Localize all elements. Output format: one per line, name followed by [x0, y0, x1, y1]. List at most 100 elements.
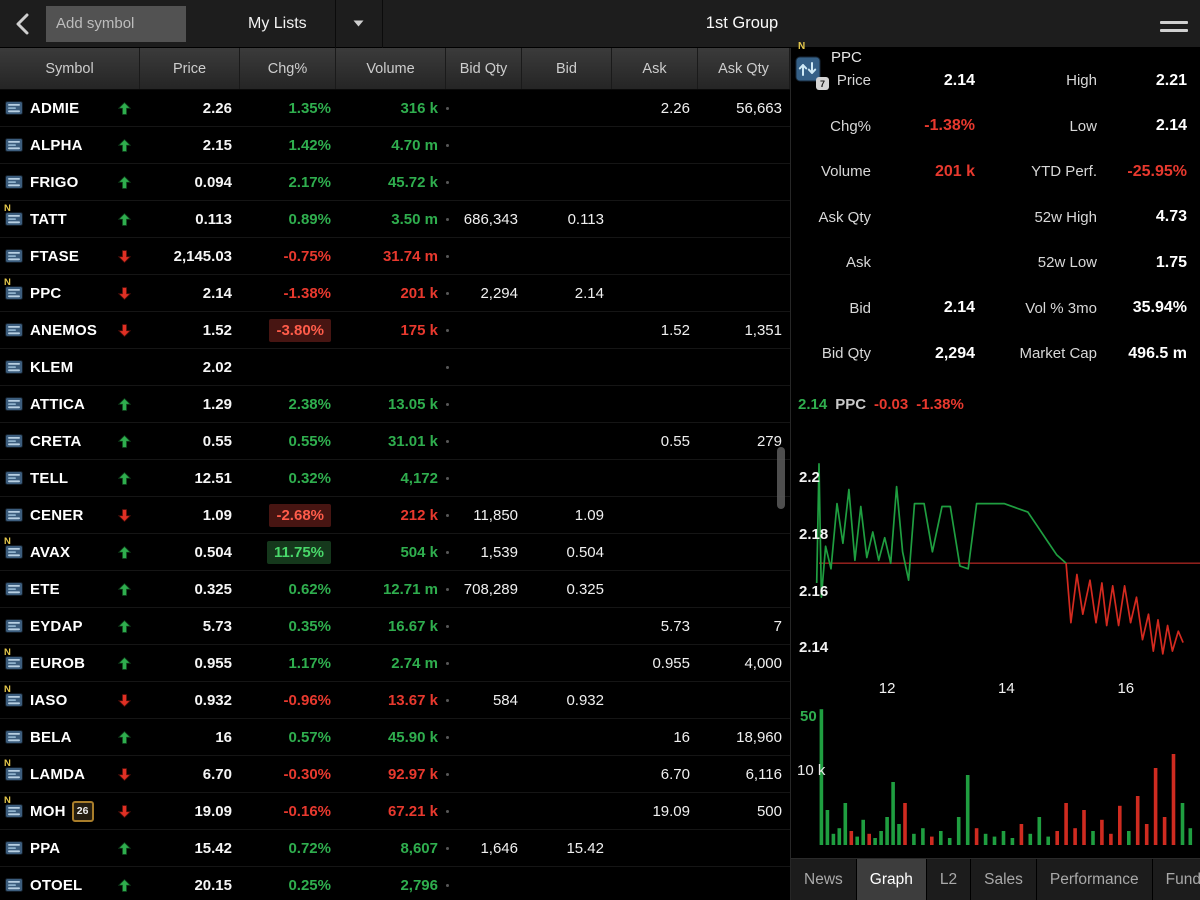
symbol-cell: FTASE: [0, 238, 140, 274]
stat-value: 2.14: [943, 299, 975, 317]
table-row[interactable]: FRIGO 0.094 2.17% 45.72 k: [0, 164, 790, 201]
bid-cell: 15.42: [566, 839, 604, 857]
column-header-bidqty[interactable]: Bid Qty: [446, 48, 522, 89]
stat-label: 52w Low: [1037, 254, 1097, 272]
table-row[interactable]: ANEMOS 1.52 -3.80% 175 k 1.52 1,351: [0, 312, 790, 349]
table-row[interactable]: EYDAP 5.73 0.35% 16.67 k 5.73 7: [0, 608, 790, 645]
column-header-price[interactable]: Price: [140, 48, 240, 89]
bid-cell: 0.113: [567, 210, 604, 228]
ticker-icon: N: [4, 647, 23, 670]
table-row[interactable]: BELA 16 0.57% 45.90 k 16 18,960: [0, 719, 790, 756]
ask-cell: 5.73: [660, 617, 690, 635]
change-value: 1.35%: [288, 99, 331, 117]
tab-l2[interactable]: L2: [926, 859, 972, 900]
x-axis-label: 14: [998, 680, 1015, 697]
stat-value: -1.38%: [924, 117, 975, 135]
bid-qty-cell: 584: [446, 682, 522, 718]
change-value: 0.55%: [288, 432, 331, 450]
tab-graph[interactable]: Graph: [856, 859, 927, 900]
ask-cell: 1.52: [660, 321, 690, 339]
price-down-arrow-icon: [117, 323, 132, 337]
tab-fundamentals[interactable]: Fundamentals: [1152, 859, 1200, 900]
change-value: 1.42%: [288, 136, 331, 154]
change-cell: -0.16%: [240, 793, 336, 829]
symbol-name: AVAX: [30, 543, 71, 561]
volume-cell: 212 k: [400, 506, 438, 524]
change-value: 0.35%: [288, 617, 331, 635]
table-row[interactable]: TELL 12.51 0.32% 4,172: [0, 460, 790, 497]
ask-cell: 0.955: [652, 654, 690, 672]
symbol-cell: N IASO: [0, 682, 140, 718]
x-axis: 12 14 16: [791, 680, 1200, 698]
symbol-name: EYDAP: [30, 617, 83, 635]
price-down-arrow-icon: [117, 286, 132, 300]
table-row[interactable]: CENER 1.09 -2.68% 212 k 11,850 1.09: [0, 497, 790, 534]
ask-cell: [612, 460, 698, 496]
bid-cell: 0.932: [566, 691, 604, 709]
change-value: 0.57%: [288, 728, 331, 746]
column-header-bid[interactable]: Bid: [522, 48, 612, 89]
table-row[interactable]: N TATT 0.113 0.89% 3.50 m 686,343 0.113: [0, 201, 790, 238]
table-row[interactable]: CRETA 0.55 0.55% 31.01 k 0.55 279: [0, 423, 790, 460]
symbol-cell: ANEMOS: [0, 312, 140, 348]
table-row[interactable]: ETE 0.325 0.62% 12.71 m 708,289 0.325: [0, 571, 790, 608]
ask-qty-cell: 56,663: [736, 99, 782, 117]
bid-cell: [522, 867, 612, 900]
ticker-icon: [5, 323, 23, 337]
table-row[interactable]: N AVAX 0.504 11.75% 504 k 1,539 0.504: [0, 534, 790, 571]
table-row[interactable]: ALPHA 2.15 1.42% 4.70 m: [0, 127, 790, 164]
bid-cell: [522, 460, 612, 496]
change-cell: 0.62%: [240, 571, 336, 607]
symbol-cell: BELA: [0, 719, 140, 755]
column-header-symbol[interactable]: Symbol: [0, 48, 140, 89]
lists-dropdown-button[interactable]: [336, 0, 382, 48]
table-row[interactable]: ADMIE 2.26 1.35% 316 k 2.26 56,663: [0, 90, 790, 127]
table-row[interactable]: ATTICA 1.29 2.38% 13.05 k: [0, 386, 790, 423]
column-header-ask[interactable]: Ask: [612, 48, 698, 89]
price-cell: 16: [215, 728, 232, 746]
scrollbar-thumb[interactable]: [777, 447, 785, 509]
price-chart[interactable]: 2.2 2.18 2.16 2.14: [791, 420, 1200, 678]
table-row[interactable]: N EUROB 0.955 1.17% 2.74 m 0.955 4,000: [0, 645, 790, 682]
column-divider-dot: [446, 698, 449, 702]
tab-performance[interactable]: Performance: [1036, 859, 1153, 900]
table-row[interactable]: KLEM 2.02: [0, 349, 790, 386]
volume-cell: 4,172: [400, 469, 438, 487]
column-header-volume[interactable]: Volume: [336, 48, 446, 89]
column-divider-dot: [446, 587, 449, 591]
ticker-icon: N: [4, 536, 23, 559]
table-row[interactable]: N PPC 2.14 -1.38% 201 k 2,294 2.14: [0, 275, 790, 312]
table-row[interactable]: N MOH 26 19.09 -0.16% 67.21 k 19.09 500: [0, 793, 790, 830]
tab-news[interactable]: News: [791, 859, 857, 900]
volume-chart[interactable]: 50 10 k: [791, 698, 1200, 848]
column-header-chg[interactable]: Chg%: [240, 48, 336, 89]
symbol-name: BELA: [30, 728, 72, 746]
column-header-askqty[interactable]: Ask Qty: [698, 48, 790, 89]
back-button[interactable]: [0, 0, 44, 48]
ticker-icon: [5, 101, 23, 115]
change-cell: 0.35%: [240, 608, 336, 644]
symbol-cell: N EUROB: [0, 645, 140, 681]
stat-value: 2,294: [934, 344, 975, 362]
table-row[interactable]: N LAMDA 6.70 -0.30% 92.97 k 6.70 6,116: [0, 756, 790, 793]
add-symbol-input[interactable]: [46, 5, 186, 42]
my-lists-button[interactable]: My Lists: [220, 0, 335, 48]
table-row[interactable]: FTASE 2,145.03 -0.75% 31.74 m: [0, 238, 790, 275]
bid-cell: [522, 423, 612, 459]
back-chevron-icon: [16, 13, 29, 34]
column-divider-dot: [446, 217, 449, 221]
y-axis-label: 2.14: [799, 639, 829, 656]
table-row[interactable]: PPA 15.42 0.72% 8,607 1,646 15.42: [0, 830, 790, 867]
table-row[interactable]: OTOEL 20.15 0.25% 2,796: [0, 867, 790, 900]
ask-qty-cell: [698, 830, 790, 866]
symbol-cell: TELL: [0, 460, 140, 496]
table-row[interactable]: N IASO 0.932 -0.96% 13.67 k 584 0.932: [0, 682, 790, 719]
symbol-cell: CRETA: [0, 423, 140, 459]
bid-qty-cell: [446, 608, 522, 644]
ask-cell: [612, 682, 698, 718]
price-cell: 1.29: [202, 395, 232, 413]
change-cell: -0.96%: [240, 682, 336, 718]
change-value: -0.75%: [283, 247, 331, 265]
menu-icon[interactable]: [1160, 16, 1188, 37]
tab-sales[interactable]: Sales: [971, 859, 1037, 900]
